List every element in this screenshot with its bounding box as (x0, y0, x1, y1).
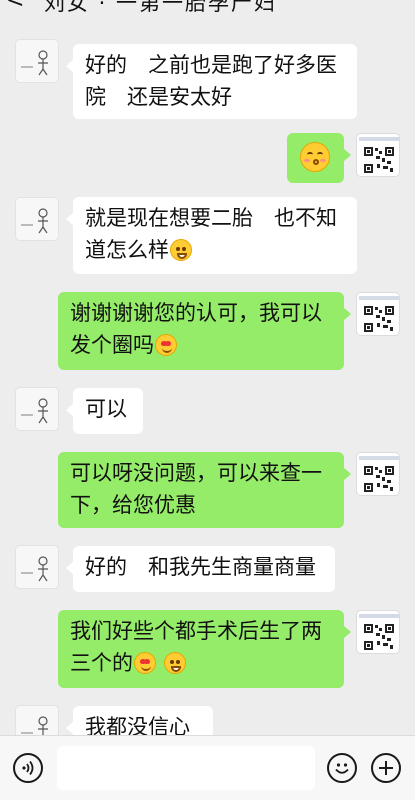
message-text: 我都没信心 (85, 715, 190, 735)
kissing-face-emoji-icon (300, 142, 330, 172)
laughing-tears-emoji-icon (170, 239, 192, 261)
input-bar (0, 735, 415, 800)
my-avatar[interactable] (356, 452, 400, 496)
voice-button[interactable] (13, 753, 43, 783)
message-bubble-incoming[interactable]: 就是现在想要二胎 也不知道怎么样 (66, 197, 357, 274)
message-bubble-outgoing[interactable]: 可以呀没问题，可以来查一下，给您优惠 (58, 452, 351, 528)
message-bubble-outgoing[interactable]: 我们好些个都手术后生了两三个的 (58, 610, 351, 688)
message-text: 可以呀没问题，可以来查一下，给您优惠 (70, 461, 322, 517)
stick-figure-avatar-icon (21, 556, 48, 582)
message-list: 好的 之前也是跑了好多医院 还是安太好 就是现在想要二胎 也不知道怎么样 谢谢谢… (0, 0, 415, 735)
message-text: 好的 和我先生商量商量 (85, 555, 316, 579)
plus-icon (379, 761, 393, 775)
stick-figure-avatar-icon (21, 398, 48, 424)
message-bubble-incoming[interactable]: 可以 (66, 388, 143, 434)
qr-code-avatar-icon (359, 614, 399, 651)
contact-avatar[interactable] (15, 705, 59, 735)
my-avatar[interactable] (356, 133, 400, 177)
message-bubble-outgoing[interactable] (287, 133, 351, 183)
contact-avatar[interactable] (15, 197, 59, 241)
contact-avatar[interactable] (15, 545, 59, 589)
emoji-icon (335, 763, 349, 774)
emoji-button[interactable] (327, 753, 357, 783)
message-text: 我们好些个都手术后生了两三个的 (70, 619, 322, 675)
contact-avatar[interactable] (15, 39, 59, 83)
qr-code-avatar-icon (359, 137, 399, 174)
stick-figure-avatar-icon (21, 716, 48, 735)
message-input[interactable] (57, 746, 315, 790)
stick-figure-avatar-icon (21, 50, 48, 76)
grinning-face-emoji-icon (163, 652, 186, 674)
heart-eyes-emoji-icon (155, 334, 177, 356)
qr-code-avatar-icon (359, 456, 399, 493)
message-bubble-incoming[interactable]: 好的 和我先生商量商量 (66, 546, 335, 592)
message-bubble-outgoing[interactable]: 谢谢谢谢您的认可，我可以发个圈吗 (58, 292, 351, 370)
message-text: 可以 (85, 397, 127, 421)
more-button[interactable] (371, 753, 401, 783)
stick-figure-avatar-icon (21, 208, 48, 234)
voice-icon (22, 760, 34, 776)
my-avatar[interactable] (356, 610, 400, 654)
message-text: 谢谢谢谢您的认可，我可以发个圈吗 (70, 301, 322, 357)
contact-avatar[interactable] (15, 387, 59, 431)
message-bubble-incoming[interactable]: 好的 之前也是跑了好多医院 还是安太好 (66, 44, 357, 119)
message-text: 好的 之前也是跑了好多医院 还是安太好 (85, 53, 337, 109)
qr-code-avatar-icon (359, 296, 399, 333)
message-bubble-incoming[interactable]: 我都没信心 (66, 706, 213, 735)
message-text: 就是现在想要二胎 也不知道怎么样 (85, 206, 337, 262)
heart-eyes-emoji-icon (134, 652, 156, 674)
my-avatar[interactable] (356, 292, 400, 336)
